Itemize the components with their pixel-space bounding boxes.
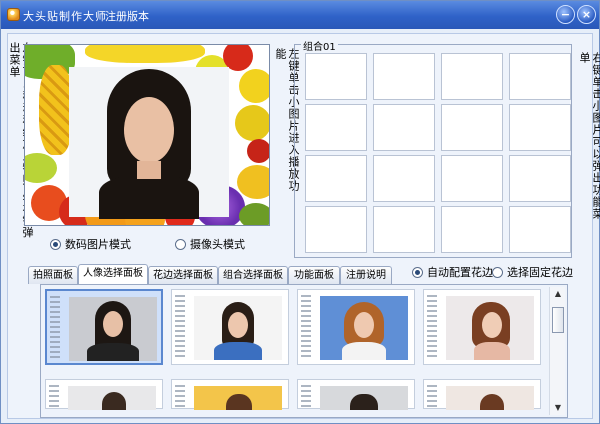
close-icon[interactable]: ×: [577, 5, 596, 24]
combo-cell[interactable]: [305, 53, 367, 100]
window-title: 大头贴制作大师: [23, 10, 107, 23]
combo-cell[interactable]: [373, 53, 435, 100]
thumbnail-image: [194, 386, 282, 410]
scrollbar-thumb[interactable]: [552, 307, 564, 333]
radio-auto-frame[interactable]: 自动配置花边: [412, 266, 493, 280]
tab-frame[interactable]: 花边选择面板: [148, 266, 218, 284]
thumbnail-image: [320, 386, 408, 410]
combo-cell[interactable]: [509, 104, 571, 151]
combo-cell[interactable]: [305, 155, 367, 202]
portrait-photo[interactable]: [69, 67, 229, 219]
thumbnail-image: [446, 296, 534, 360]
combo-legend: 组合01: [301, 38, 338, 53]
combo-cell[interactable]: [305, 104, 367, 151]
combo-cell[interactable]: [441, 155, 503, 202]
tab-register[interactable]: 注册说明: [340, 266, 392, 284]
thumbnail-image: [68, 386, 156, 410]
thumbnail-item[interactable]: [45, 289, 163, 365]
photo-preview[interactable]: [24, 44, 270, 226]
thumbnail-image: [69, 297, 157, 361]
app-icon: [7, 8, 20, 21]
combo-cell[interactable]: [441, 206, 503, 253]
thumbnail-item[interactable]: [423, 379, 541, 410]
radio-digital-mode[interactable]: 数码图片模式: [50, 238, 131, 252]
radio-dot: [175, 239, 186, 250]
radio-camera-mode[interactable]: 摄像头模式: [175, 238, 245, 252]
thumbnail-image: [320, 296, 408, 360]
right-hint: 右键单击小图片可以弹出功能菜单: [578, 52, 600, 220]
combo-cell[interactable]: [305, 206, 367, 253]
thumbnail-item[interactable]: [171, 289, 289, 365]
scroll-up-arrow-icon[interactable]: ▲: [551, 287, 565, 301]
combo-group: 组合01: [294, 38, 572, 258]
combo-cell[interactable]: [509, 155, 571, 202]
thumbnail-scrollbar[interactable]: ▲ ▼: [549, 287, 565, 415]
thumbnail-item[interactable]: [45, 379, 163, 410]
radio-fixed-frame[interactable]: 选择固定花边: [492, 266, 573, 280]
thumbnail-image: [194, 296, 282, 360]
minimize-icon[interactable]: −: [556, 5, 575, 24]
portrait-thumbnail-panel: ▲ ▼: [40, 284, 568, 418]
combo-cell[interactable]: [373, 104, 435, 151]
thumbnail-item[interactable]: [297, 379, 415, 410]
combo-cell[interactable]: [441, 53, 503, 100]
tab-function[interactable]: 功能面板: [288, 266, 340, 284]
radio-dot: [50, 239, 61, 250]
tab-portrait[interactable]: 人像选择面板: [78, 264, 148, 284]
combo-cell[interactable]: [509, 206, 571, 253]
main-panel: 左键可以移动和缩放人物照片,右键弹出菜单: [7, 33, 600, 419]
combo-cell[interactable]: [373, 206, 435, 253]
radio-dot: [412, 267, 423, 278]
thumbnail-image: [446, 386, 534, 410]
thumbnail-item[interactable]: [423, 289, 541, 365]
radio-dot: [492, 267, 503, 278]
combo-cell[interactable]: [441, 104, 503, 151]
tab-photo[interactable]: 拍照面板: [28, 266, 78, 284]
title-bar[interactable]: 大头贴制作大师 注册版本 − ×: [1, 1, 599, 29]
edition-label: 注册版本: [105, 10, 149, 23]
scroll-down-arrow-icon[interactable]: ▼: [551, 401, 565, 415]
app-window: 大头贴制作大师 注册版本 − × 左键可以移动和缩放人物照片,右键弹出菜单: [0, 0, 600, 424]
thumbnail-item[interactable]: [171, 379, 289, 410]
tab-combo[interactable]: 组合选择面板: [218, 266, 288, 284]
thumbnail-item[interactable]: [297, 289, 415, 365]
combo-cell[interactable]: [509, 53, 571, 100]
combo-cell[interactable]: [373, 155, 435, 202]
